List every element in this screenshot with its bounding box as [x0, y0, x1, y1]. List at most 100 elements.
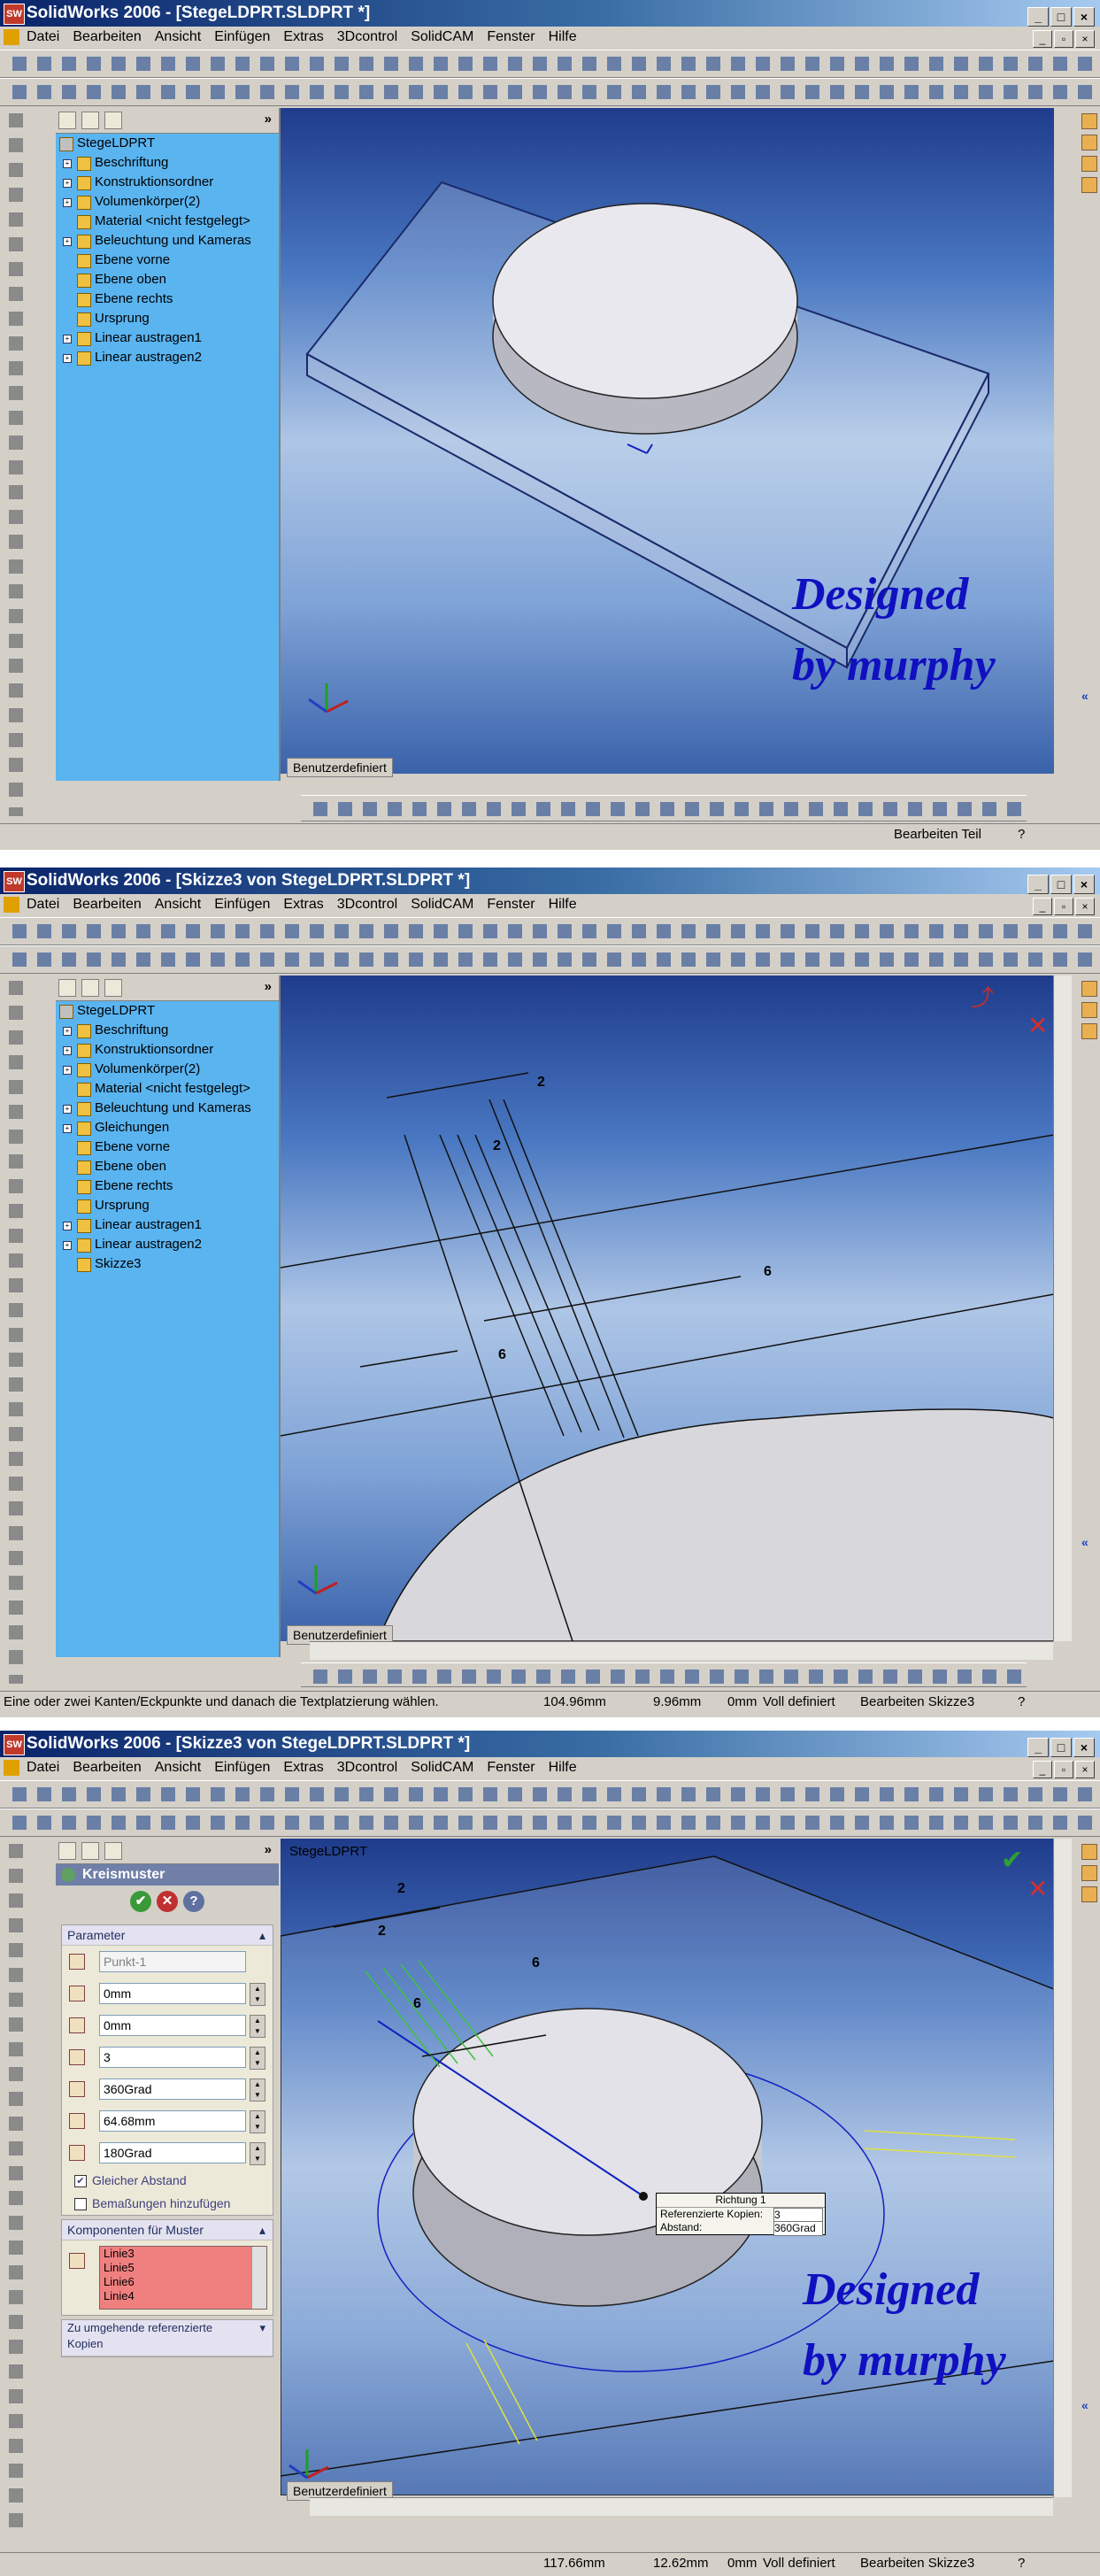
tree-item[interactable]: Ursprung: [56, 1196, 279, 1215]
doc-restore-icon[interactable]: ▫: [1054, 30, 1073, 48]
breadcrumb[interactable]: StegeLDPRT: [289, 1844, 367, 1859]
tree-item[interactable]: + Beschriftung: [56, 153, 279, 173]
close-icon[interactable]: ×: [1073, 7, 1095, 27]
app-menu-icon[interactable]: [4, 1760, 19, 1776]
menu-ansicht[interactable]: Ansicht: [155, 29, 201, 44]
chevron-right-icon[interactable]: »: [265, 1842, 272, 1858]
library-icon[interactable]: [1081, 1865, 1097, 1881]
menu-solidcam[interactable]: SolidCAM: [411, 1760, 473, 1775]
expand-icon[interactable]: +: [63, 1105, 72, 1114]
tree-root[interactable]: StegeLDPRT: [56, 134, 279, 153]
left-toolbar[interactable]: [0, 108, 55, 816]
cancel-sketch-icon[interactable]: ✕: [1027, 1012, 1048, 1039]
instances-spinner[interactable]: ▲ ▼: [250, 2047, 265, 2070]
tree-item[interactable]: + Linear austragen1: [56, 328, 279, 348]
maximize-icon[interactable]: □: [1050, 875, 1072, 894]
explorer-icon[interactable]: [1081, 156, 1097, 172]
menu-ansicht[interactable]: Ansicht: [155, 897, 201, 912]
tab-configurationmanager[interactable]: [104, 979, 122, 997]
expand-icon[interactable]: +: [63, 237, 72, 246]
menu-extras[interactable]: Extras: [283, 29, 323, 44]
graphics-viewport[interactable]: ⤴ ✕ 2 2 6 6: [281, 976, 1054, 1641]
dimension-label[interactable]: 6: [532, 1955, 540, 1971]
center-x-spinner[interactable]: ▲ ▼: [250, 1983, 265, 2006]
arc-angle-input[interactable]: 180Grad: [99, 2142, 246, 2163]
doc-close-icon[interactable]: ×: [1075, 898, 1095, 915]
menu-solidcam[interactable]: SolidCAM: [411, 29, 473, 44]
chevron-icon[interactable]: «: [1081, 1535, 1096, 1549]
tree-item[interactable]: Ebene oben: [56, 1157, 279, 1176]
center-y-input[interactable]: 0mm: [99, 2015, 246, 2036]
list-scrollbar[interactable]: [251, 2247, 266, 2309]
minimize-icon[interactable]: _: [1027, 7, 1049, 27]
add-dimensions-checkbox[interactable]: Bemaßungen hinzufügen: [62, 2192, 273, 2215]
tree-item[interactable]: + Beleuchtung und Kameras: [56, 1099, 279, 1118]
tab-configurationmanager[interactable]: [104, 1842, 122, 1860]
menu-3dcontrol[interactable]: 3Dcontrol: [337, 897, 397, 912]
expand-icon[interactable]: +: [63, 1124, 72, 1133]
graphics-viewport[interactable]: Designed by murphy: [281, 108, 1054, 774]
radius-spinner[interactable]: ▲ ▼: [250, 2110, 265, 2133]
chevron-icon[interactable]: «: [1081, 689, 1096, 703]
menu-einfuegen[interactable]: Einfügen: [214, 1760, 270, 1775]
expand-icon[interactable]: +: [63, 1241, 72, 1250]
tree-item[interactable]: + Beschriftung: [56, 1021, 279, 1040]
tab-configurationmanager[interactable]: [104, 112, 122, 129]
menu-einfuegen[interactable]: Einfügen: [214, 29, 270, 44]
dimension-label[interactable]: 2: [397, 1881, 405, 1897]
list-item[interactable]: Linie4: [104, 2289, 266, 2303]
doc-close-icon[interactable]: ×: [1075, 1761, 1095, 1778]
left-toolbar[interactable]: [0, 1839, 55, 2538]
cancel-sketch-icon[interactable]: ✕: [1027, 1875, 1048, 1902]
dimension-label[interactable]: 6: [498, 1347, 506, 1363]
graphics-viewport[interactable]: ✔ ✕ StegeLDPRT 2 2 6 6 Richtung 1 Refere…: [281, 1839, 1054, 2495]
callout-value[interactable]: 360Grad: [773, 2221, 823, 2236]
chevron-icon[interactable]: «: [1081, 2398, 1096, 2412]
sketch-toolbar[interactable]: [0, 945, 1100, 974]
tree-item[interactable]: + Volumenkörper(2): [56, 1060, 279, 1079]
dimension-label[interactable]: 6: [764, 1264, 772, 1280]
menu-datei[interactable]: Datei: [27, 897, 59, 912]
vertical-scrollbar[interactable]: [1053, 1839, 1072, 2497]
skip-instances-header[interactable]: Zu umgehende referenzierte Kopien ▾: [62, 2320, 273, 2356]
minimize-icon[interactable]: _: [1027, 1738, 1049, 1757]
dimension-label[interactable]: 2: [378, 1924, 386, 1940]
search-icon[interactable]: [1081, 177, 1097, 193]
chevron-down-icon[interactable]: ▾: [259, 2320, 265, 2336]
app-menu-icon[interactable]: [4, 897, 19, 913]
standard-toolbar[interactable]: [0, 1780, 1100, 1809]
doc-restore-icon[interactable]: ▫: [1054, 898, 1073, 915]
entities-list[interactable]: Linie3 Linie5 Linie6 Linie4: [99, 2246, 267, 2310]
explorer-icon[interactable]: [1081, 1886, 1097, 1902]
ok-button[interactable]: ✔: [130, 1891, 151, 1912]
tree-root[interactable]: StegeLDPRT: [56, 1001, 279, 1021]
sketch-toolbar[interactable]: [0, 1809, 1100, 1837]
explorer-icon[interactable]: [1081, 1023, 1097, 1039]
doc-minimize-icon[interactable]: _: [1033, 1761, 1052, 1778]
left-toolbar[interactable]: [0, 976, 55, 1684]
library-icon[interactable]: [1081, 135, 1097, 150]
tree-item[interactable]: Ebene vorne: [56, 251, 279, 270]
task-pane-tabs[interactable]: «: [1077, 1839, 1100, 2538]
expand-icon[interactable]: +: [63, 1046, 72, 1055]
ok-checkmark-icon[interactable]: ✔: [1001, 1846, 1023, 1875]
doc-close-icon[interactable]: ×: [1075, 30, 1095, 48]
library-icon[interactable]: [1081, 1002, 1097, 1018]
menu-bearbeiten[interactable]: Bearbeiten: [73, 29, 141, 44]
app-menu-icon[interactable]: [4, 29, 19, 45]
task-pane-tabs[interactable]: «: [1077, 108, 1100, 781]
help-button[interactable]: ?: [183, 1891, 204, 1912]
menu-extras[interactable]: Extras: [283, 897, 323, 912]
tree-item[interactable]: + Volumenkörper(2): [56, 192, 279, 212]
tab-propertymanager[interactable]: [81, 1842, 99, 1860]
arc-angle-spinner[interactable]: ▲ ▼: [250, 2142, 265, 2165]
angle-input[interactable]: 360Grad: [99, 2079, 246, 2100]
chevron-up-icon[interactable]: ▴: [259, 2220, 265, 2240]
menu-extras[interactable]: Extras: [283, 1760, 323, 1775]
horizontal-scrollbar[interactable]: [310, 1641, 1053, 1660]
center-x-input[interactable]: 0mm: [99, 1983, 246, 2004]
task-pane-tabs[interactable]: «: [1077, 976, 1100, 1657]
menu-fenster[interactable]: Fenster: [487, 897, 535, 912]
close-icon[interactable]: ×: [1073, 875, 1095, 894]
menu-datei[interactable]: Datei: [27, 29, 59, 44]
